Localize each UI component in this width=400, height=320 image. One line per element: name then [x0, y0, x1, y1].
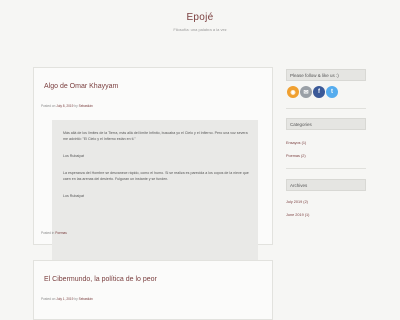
rss-icon[interactable]: ◉	[287, 86, 299, 98]
post-date-link[interactable]: July 1, 2019	[56, 297, 73, 301]
post-article: Algo de Omar Khayyam Posted on July 8, 2…	[33, 67, 273, 271]
post-title[interactable]: El Cibermundo, la política de lo peor	[44, 276, 157, 283]
post-author-link[interactable]: Sebastián	[79, 297, 93, 301]
filed-prefix: Posted in	[41, 231, 56, 235]
site-tagline: Filosofía: una palabra a la vez	[173, 27, 227, 32]
widget-title-categories: Categories	[286, 118, 366, 130]
archive-item-june-2019[interactable]: June 2019 (1)	[286, 213, 309, 217]
email-icon[interactable]: ✉	[300, 86, 312, 98]
twitter-icon[interactable]: t	[326, 86, 338, 98]
quote-attribution: Los Rubaiyat	[63, 154, 84, 158]
post-meta: Posted on July 1, 2019 by Sebastián	[41, 297, 93, 301]
divider	[286, 168, 366, 169]
category-link[interactable]: Poemas	[55, 231, 67, 235]
post-date-link[interactable]: July 8, 2019	[56, 104, 73, 108]
quote-paragraph: La esperanza del Hombre se desvanece ráp…	[63, 171, 249, 181]
archive-item-july-2019[interactable]: July 2019 (2)	[286, 200, 308, 204]
post-article: El Cibermundo, la política de lo peor Po…	[33, 260, 273, 320]
post-title[interactable]: Algo de Omar Khayyam	[44, 83, 118, 90]
post-meta: Posted on July 8, 2019 by Sebastián	[41, 104, 93, 108]
divider	[286, 108, 366, 109]
post-meta-prefix: Posted on	[41, 297, 57, 301]
post-meta-prefix: Posted on	[41, 104, 57, 108]
category-item-poemas[interactable]: Poemas (2)	[286, 154, 306, 158]
widget-title-follow: Please follow & like us :)	[286, 69, 366, 81]
category-item-ensayos[interactable]: Ensayos (1)	[286, 141, 306, 145]
widget-title-archives: Archives	[286, 179, 366, 191]
quote-paragraph: Más allá de los límites de la Tierra, má…	[63, 131, 248, 141]
quote-attribution: Los Rubaiyat	[63, 194, 84, 198]
facebook-icon[interactable]: f	[313, 86, 325, 98]
post-categories: Posted in Poemas	[41, 231, 67, 235]
site-title[interactable]: Epojé	[0, 12, 400, 23]
blockquote: Más allá de los límites de la Tierra, má…	[52, 120, 258, 271]
post-author-link[interactable]: Sebastián	[79, 104, 93, 108]
